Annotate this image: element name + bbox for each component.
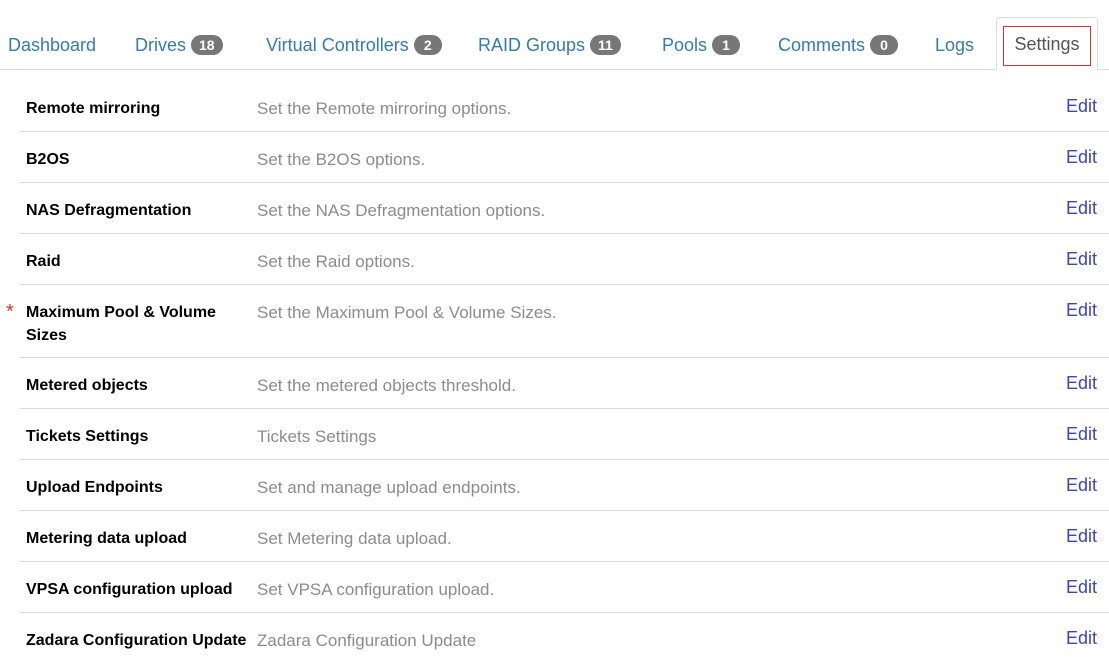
edit-link[interactable]: Edit (1066, 95, 1097, 118)
edit-link[interactable]: Edit (1066, 248, 1097, 271)
settings-row-b2os: B2OS Set the B2OS options. Edit (19, 132, 1109, 183)
tab-label: Virtual Controllers (266, 34, 409, 55)
settings-row-upload-endpoints: Upload Endpoints Set and manage upload e… (19, 460, 1109, 511)
setting-description: Set the B2OS options. (257, 150, 426, 169)
tab-label: Dashboard (8, 34, 97, 55)
tab-dashboard[interactable]: Dashboard (8, 31, 96, 59)
setting-name: Raid (26, 253, 61, 270)
setting-description: Tickets Settings (257, 427, 377, 446)
settings-list: Remote mirroring Set the Remote mirrorin… (6, 81, 1109, 664)
edit-link[interactable]: Edit (1066, 197, 1097, 220)
count-badge: 2 (413, 35, 442, 55)
setting-description: Set the Remote mirroring options. (257, 99, 512, 118)
setting-name: Zadara Configuration Update (26, 632, 247, 649)
tab-pools[interactable]: Pools 1 (662, 31, 741, 59)
setting-name: Maximum Pool & Volume Sizes (26, 304, 216, 344)
edit-link[interactable]: Edit (1066, 525, 1097, 548)
tab-bar: Dashboard Drives 18 Virtual Controllers … (0, 0, 1109, 71)
tab-label: Pools (662, 34, 708, 55)
tab-logs[interactable]: Logs (935, 31, 974, 59)
count-badge: 1 (712, 35, 741, 55)
count-badge: 0 (870, 35, 899, 55)
setting-name: Metering data upload (26, 530, 187, 547)
settings-row-metering-data-upload: Metering data upload Set Metering data u… (19, 511, 1109, 562)
setting-name: B2OS (26, 151, 70, 168)
tab-drives[interactable]: Drives 18 (135, 31, 223, 59)
setting-description: Set VPSA configuration upload. (257, 580, 495, 599)
settings-row-maximum-pool-volume-sizes: * Maximum Pool & Volume Sizes Set the Ma… (6, 285, 1109, 358)
setting-description: Set the Raid options. (257, 252, 415, 271)
setting-description: Set the metered objects threshold. (257, 376, 516, 395)
settings-row-zadara-configuration-update: Zadara Configuration Update Zadara Confi… (19, 613, 1109, 664)
tab-label: Settings (1014, 33, 1080, 54)
tab-label: RAID Groups (478, 34, 586, 55)
setting-name: Tickets Settings (26, 428, 149, 445)
tab-settings[interactable]: Settings (996, 17, 1098, 71)
tab-virtual-controllers[interactable]: Virtual Controllers 2 (266, 31, 442, 59)
setting-name: VPSA configuration upload (26, 581, 233, 598)
tab-comments[interactable]: Comments 0 (778, 31, 899, 59)
required-asterisk: * (6, 301, 14, 323)
settings-row-vpsa-configuration-upload: VPSA configuration upload Set VPSA confi… (19, 562, 1109, 613)
edit-link[interactable]: Edit (1066, 423, 1097, 446)
tab-label: Drives (135, 34, 187, 55)
settings-row-metered-objects: Metered objects Set the metered objects … (19, 358, 1109, 409)
edit-link[interactable]: Edit (1066, 299, 1097, 322)
settings-row-nas-defragmentation: NAS Defragmentation Set the NAS Defragme… (19, 183, 1109, 234)
settings-row-raid: Raid Set the Raid options. Edit (19, 234, 1109, 285)
edit-link[interactable]: Edit (1066, 146, 1097, 169)
tab-raid-groups[interactable]: RAID Groups 11 (478, 31, 621, 59)
setting-name: Upload Endpoints (26, 479, 163, 496)
edit-link[interactable]: Edit (1066, 627, 1097, 650)
settings-row-remote-mirroring: Remote mirroring Set the Remote mirrorin… (19, 81, 1109, 132)
setting-name: NAS Defragmentation (26, 202, 192, 219)
count-badge: 18 (191, 35, 223, 55)
setting-description: Set the Maximum Pool & Volume Sizes. (257, 303, 557, 322)
setting-description: Zadara Configuration Update (257, 631, 477, 650)
settings-row-tickets-settings: Tickets Settings Tickets Settings Edit (19, 409, 1109, 460)
tab-label: Logs (935, 34, 975, 55)
edit-link[interactable]: Edit (1066, 474, 1097, 497)
edit-link[interactable]: Edit (1066, 372, 1097, 395)
tab-label: Comments (778, 34, 866, 55)
setting-description: Set Metering data upload. (257, 529, 452, 548)
setting-description: Set and manage upload endpoints. (257, 478, 521, 497)
setting-description: Set the NAS Defragmentation options. (257, 201, 546, 220)
setting-name: Remote mirroring (26, 100, 161, 117)
count-badge: 11 (590, 35, 621, 55)
edit-link[interactable]: Edit (1066, 576, 1097, 599)
setting-name: Metered objects (26, 377, 148, 394)
